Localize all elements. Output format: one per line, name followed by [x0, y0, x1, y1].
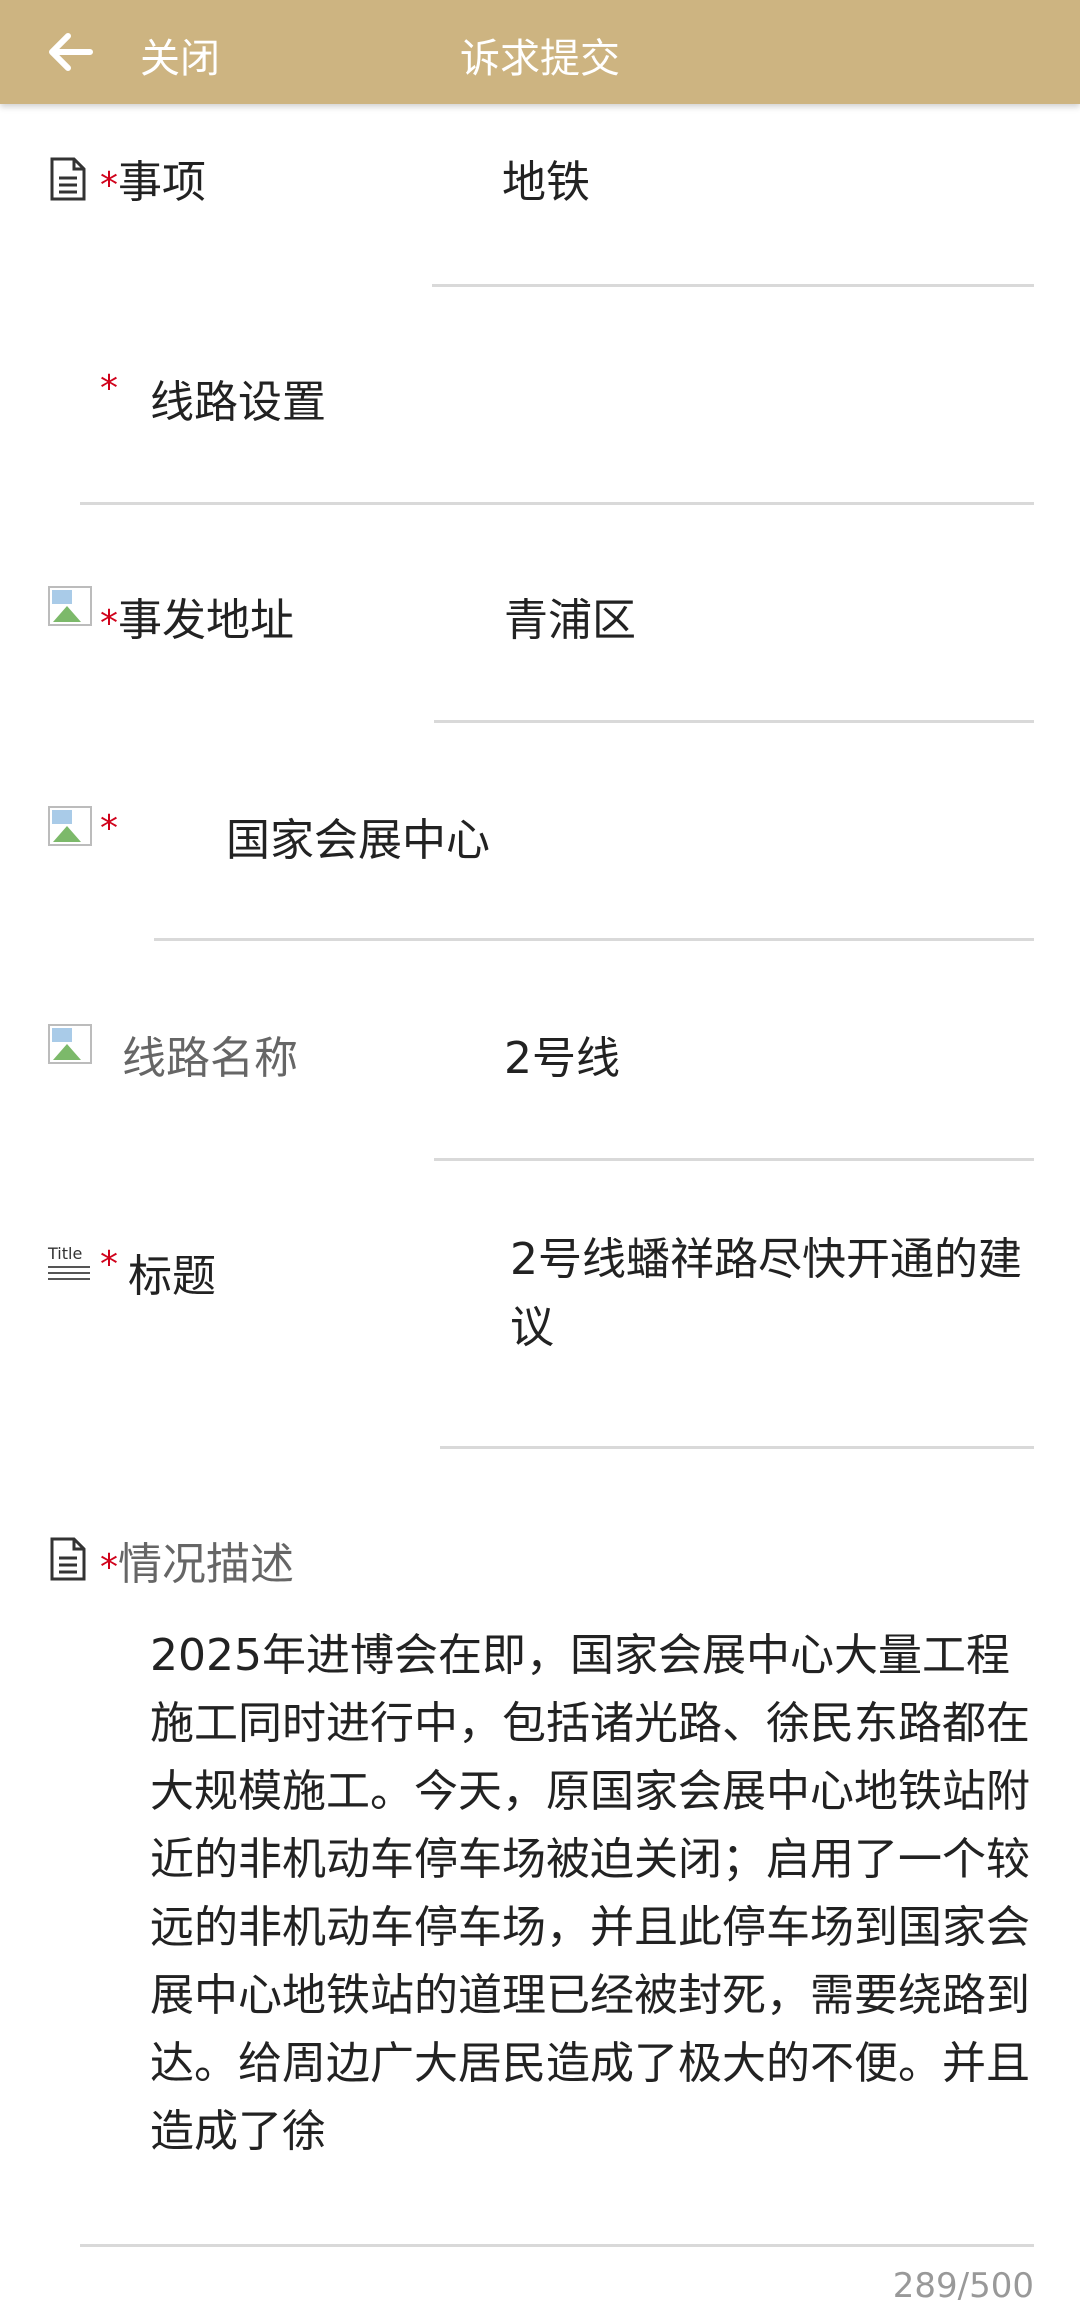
location-icon	[48, 586, 92, 626]
field-underline	[80, 2244, 1034, 2247]
required-mark: *	[100, 368, 118, 409]
field-label: 线路名称	[122, 1033, 298, 1084]
document-icon	[48, 156, 94, 202]
page-title: 诉求提交	[460, 36, 620, 82]
title-value[interactable]: 2号线蟠祥路尽快开通的建议	[510, 1226, 1036, 1362]
field-matter[interactable]: *事项 地铁	[0, 104, 1080, 287]
field-title[interactable]: Title * 标题 2号线蟠祥路尽快开通的建议	[0, 1220, 1080, 1450]
required-mark: *	[100, 1244, 118, 1285]
field-station[interactable]: * 国家会展中心	[0, 780, 1080, 950]
station-icon	[48, 806, 92, 846]
field-label: *事项	[100, 146, 206, 210]
field-address[interactable]: *事发地址 青浦区	[0, 560, 1080, 730]
field-label: *事发地址	[100, 595, 294, 646]
address-value[interactable]: 青浦区	[504, 584, 636, 648]
line-name-value[interactable]: 2号线	[504, 1022, 620, 1086]
field-underline	[434, 1158, 1034, 1161]
field-underline	[440, 1446, 1034, 1449]
line-icon	[48, 1024, 92, 1064]
field-label: *情况描述	[100, 1539, 294, 1590]
field-label: 标题	[128, 1251, 216, 1302]
field-underline	[434, 720, 1034, 723]
required-mark: *	[100, 603, 118, 644]
field-underline	[80, 502, 1034, 505]
station-value[interactable]: 国家会展中心	[226, 804, 490, 868]
required-mark: *	[100, 1547, 118, 1588]
route-setting-value[interactable]: 线路设置	[150, 366, 326, 430]
field-route-setting[interactable]: * 线路设置	[0, 340, 1080, 510]
title-icon: Title	[48, 1246, 98, 1286]
field-label-text: *事项	[100, 157, 206, 208]
field-line-name[interactable]: 线路名称 2号线	[0, 1000, 1080, 1170]
matter-value[interactable]: 地铁	[502, 146, 590, 210]
char-counter: 289/500	[892, 2266, 1034, 2306]
app-header: 关闭 诉求提交	[0, 0, 1080, 104]
description-textarea[interactable]: 2025年进博会在即，国家会展中心大量工程施工同时进行中，包括诸光路、徐民东路都…	[150, 1622, 1040, 2166]
document-icon	[48, 1536, 94, 1582]
required-mark: *	[100, 808, 118, 849]
field-underline	[154, 938, 1034, 941]
required-mark: *	[100, 165, 118, 206]
field-underline	[432, 284, 1034, 287]
